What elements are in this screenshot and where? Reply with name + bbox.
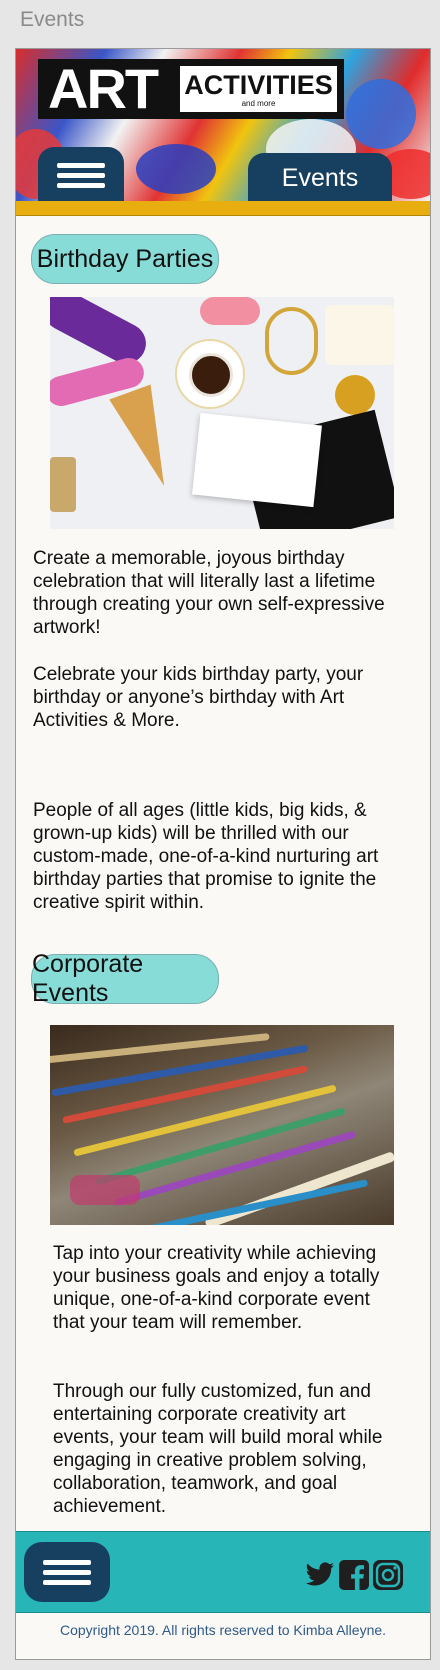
- tab-events[interactable]: Events: [248, 153, 392, 201]
- logo-activities-box: ACTIVITIES and more: [180, 66, 337, 112]
- paint-splash: [136, 144, 216, 194]
- paint-splotch: [70, 1175, 140, 1205]
- confetti-cup: [335, 375, 375, 415]
- ribbon-shape: [50, 297, 153, 371]
- footer: [16, 1531, 430, 1613]
- hamburger-menu-icon: [57, 158, 105, 193]
- phone-frame: ART ACTIVITIES and more Events Birthday …: [15, 48, 431, 1660]
- logo-art-text: ART: [48, 57, 159, 120]
- birthday-paragraph-1: Create a memorable, joyous birthday cele…: [33, 548, 385, 638]
- footer-menu-button[interactable]: [24, 1542, 110, 1602]
- coffee-cup: [189, 353, 233, 397]
- logo-tagline: and more: [241, 98, 276, 108]
- copyright-text: Copyright 2019. All rights reserved to K…: [59, 1622, 387, 1638]
- logo-activities-text: ACTIVITIES: [184, 69, 333, 100]
- paint-splash: [346, 79, 416, 149]
- birthday-paragraph-3: People of all ages (little kids, big kid…: [33, 800, 379, 913]
- header-accent-bar: [16, 201, 430, 216]
- corporate-events-heading: Corporate Events: [31, 950, 219, 1007]
- birthday-party-image: [50, 297, 394, 529]
- paintbrush: [62, 1065, 308, 1124]
- hamburger-menu-icon: [43, 1555, 91, 1590]
- logo[interactable]: ART ACTIVITIES and more: [38, 59, 344, 119]
- twine-spool: [50, 457, 76, 512]
- header-banner: ART ACTIVITIES and more Events: [16, 49, 430, 201]
- birthday-parties-heading: Birthday Parties: [31, 234, 219, 284]
- instagram-icon[interactable]: [372, 1560, 404, 1590]
- birthday-paragraph-2: Celebrate your kids birthday party, your…: [33, 664, 364, 731]
- scissors: [265, 307, 318, 375]
- corporate-brushes-image: [50, 1025, 394, 1225]
- gift-box: [325, 305, 394, 365]
- white-card: [192, 412, 322, 508]
- corporate-paragraph-2: Through our fully customized, fun and en…: [53, 1381, 383, 1517]
- corporate-paragraph-1: Tap into your creativity while achieving…: [53, 1243, 380, 1333]
- paper-decoration: [200, 297, 260, 325]
- artboard-label: Events: [20, 8, 85, 31]
- twitter-icon[interactable]: [304, 1560, 336, 1590]
- menu-button[interactable]: [38, 147, 124, 201]
- facebook-icon[interactable]: [338, 1560, 370, 1590]
- ice-cream-cone: [109, 384, 185, 494]
